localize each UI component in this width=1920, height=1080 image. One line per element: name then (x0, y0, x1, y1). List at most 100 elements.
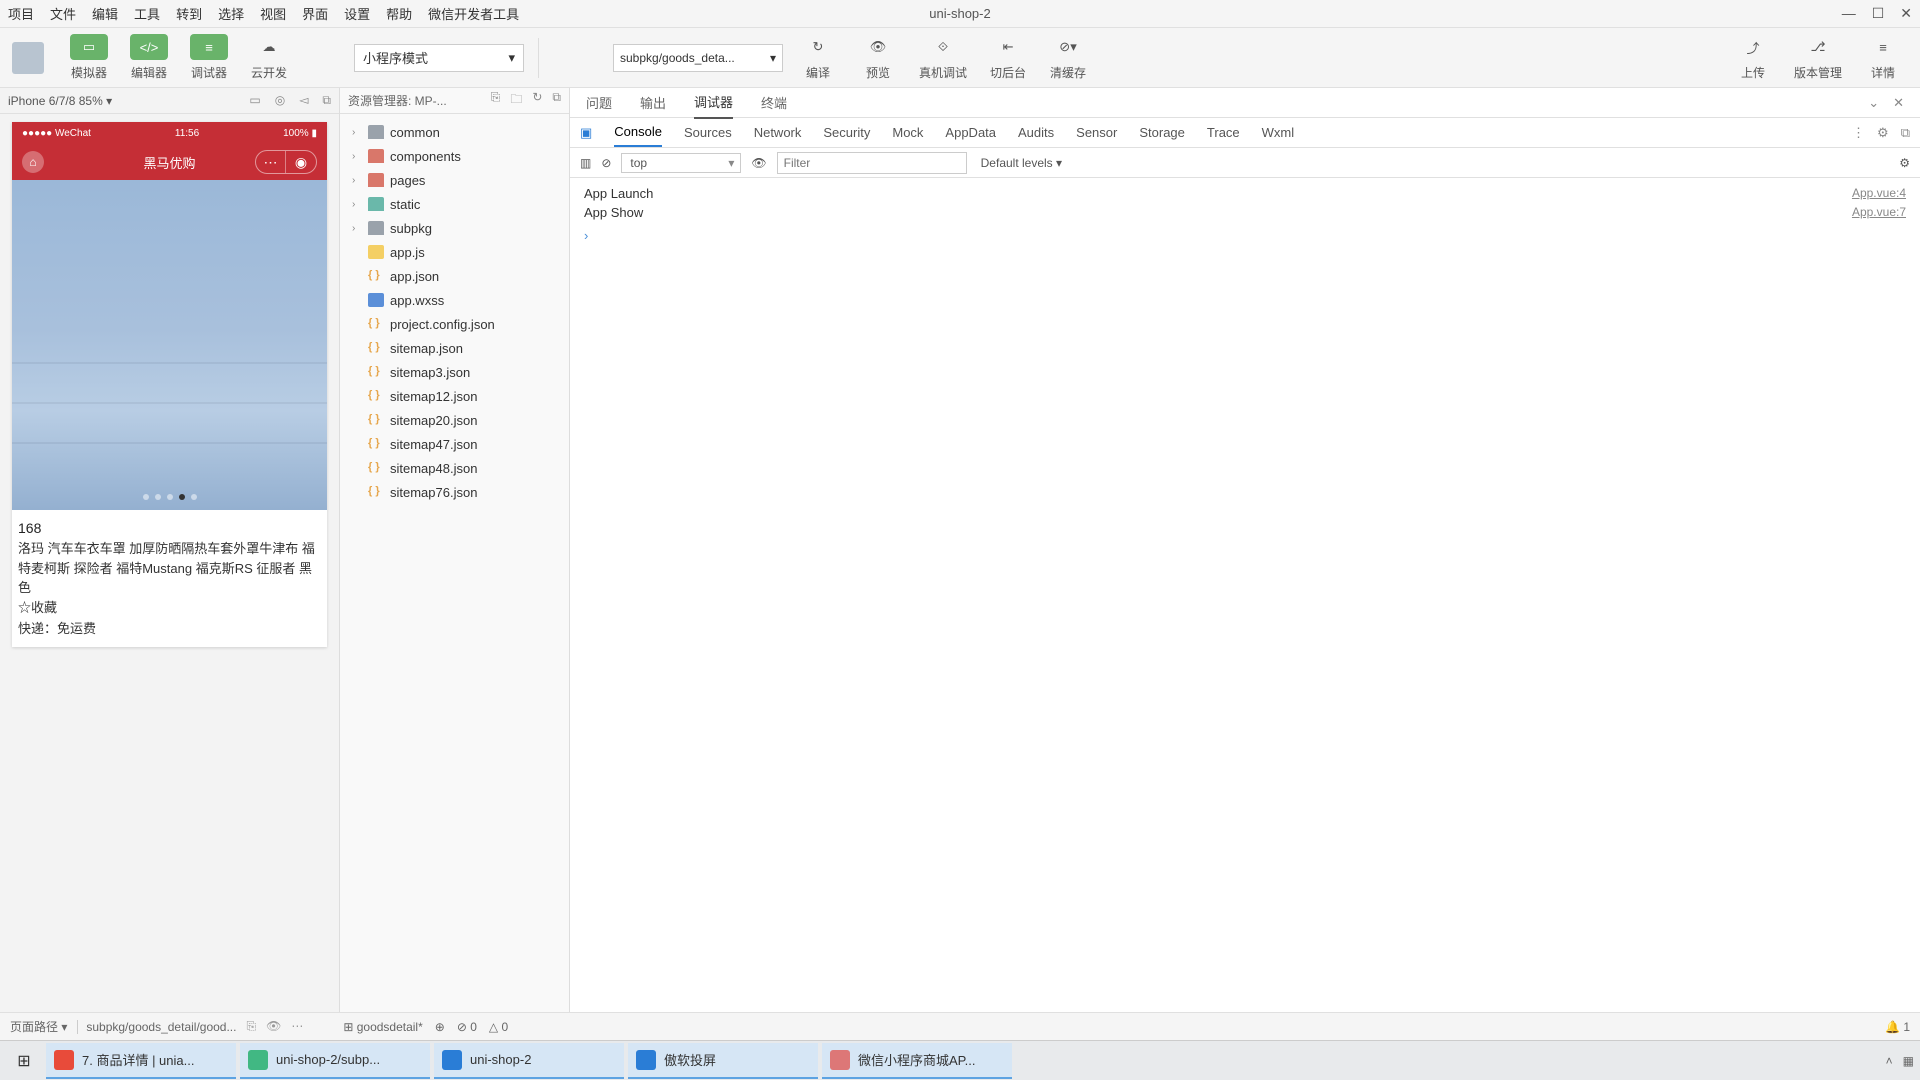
menu-item[interactable]: 转到 (176, 4, 202, 23)
refresh-icon[interactable]: ↻ (532, 90, 542, 111)
taskbar-item[interactable]: 7. 商品详情 | unia... (46, 1043, 236, 1079)
devtools-subtab[interactable]: Sources (684, 119, 732, 146)
folder-item[interactable]: ›pages (342, 168, 567, 192)
devtools-subtab[interactable]: Audits (1018, 119, 1054, 146)
devtools-subtab[interactable]: Trace (1207, 119, 1240, 146)
file-item[interactable]: { }sitemap.json (342, 336, 567, 360)
stop-icon[interactable]: ◎ (275, 93, 285, 108)
sidebar-toggle-icon[interactable]: ▥ (580, 156, 591, 170)
target-icon[interactable]: ⊕ (435, 1020, 445, 1034)
remote-debug-button[interactable]: ⟐真机调试 (913, 34, 973, 81)
file-item[interactable]: app.js (342, 240, 567, 264)
editor-button[interactable]: </>编辑器 (124, 34, 174, 81)
rotate-icon[interactable]: ▭ (249, 93, 260, 108)
file-item[interactable]: { }project.config.json (342, 312, 567, 336)
file-item[interactable]: { }sitemap3.json (342, 360, 567, 384)
tray-app-icon[interactable]: ▦ (1903, 1054, 1914, 1068)
devtools-tab[interactable]: 输出 (640, 87, 666, 118)
detail-button[interactable]: ≡详情 (1858, 34, 1908, 81)
menu-item[interactable]: 设置 (344, 4, 370, 23)
mute-icon[interactable]: ◅ (299, 93, 308, 108)
console-prompt[interactable]: › (584, 228, 1906, 243)
folder-item[interactable]: ›common (342, 120, 567, 144)
menu-item[interactable]: 项目 (8, 4, 34, 23)
warning-count[interactable]: △ 0 (489, 1020, 508, 1034)
page-path-label[interactable]: 页面路径 ▾ (10, 1018, 67, 1035)
taskbar-item[interactable]: uni-shop-2 (434, 1043, 624, 1079)
devtools-subtab[interactable]: Sensor (1076, 119, 1117, 146)
file-item[interactable]: { }sitemap76.json (342, 480, 567, 504)
detach-icon[interactable]: ⧉ (322, 93, 331, 108)
file-item[interactable]: { }sitemap12.json (342, 384, 567, 408)
home-icon[interactable]: ⌂ (22, 151, 44, 173)
file-item[interactable]: { }sitemap48.json (342, 456, 567, 480)
devtools-subtab[interactable]: AppData (945, 119, 996, 146)
more-icon[interactable]: ⋮ (1852, 125, 1865, 141)
eye-icon[interactable]: 👁 (266, 1019, 281, 1034)
devtools-tab[interactable]: 问题 (586, 87, 612, 118)
error-count[interactable]: ⊘ 0 (457, 1020, 477, 1034)
clear-console-icon[interactable]: ⊘ (601, 156, 611, 170)
settings-icon[interactable]: ⚙ (1877, 125, 1889, 141)
file-item[interactable]: { }sitemap20.json (342, 408, 567, 432)
menu-item[interactable]: 视图 (260, 4, 286, 23)
devtools-subtab[interactable]: Wxml (1262, 119, 1295, 146)
component-label[interactable]: ⊞ goodsdetail* (343, 1020, 422, 1034)
collapse-icon[interactable]: ⧉ (552, 90, 561, 111)
cloud-button[interactable]: ☁云开发 (244, 34, 294, 81)
preview-button[interactable]: 👁预览 (853, 34, 903, 81)
devtools-subtab[interactable]: Storage (1139, 119, 1185, 146)
taskbar-item[interactable]: uni-shop-2/subp... (240, 1043, 430, 1079)
dock-icon[interactable]: ⧉ (1901, 125, 1910, 141)
menu-item[interactable]: 界面 (302, 4, 328, 23)
close-icon[interactable]: ✕ (1900, 5, 1912, 22)
devtools-subtab[interactable]: Mock (892, 119, 923, 146)
more-icon[interactable]: ⋯ (291, 1019, 303, 1034)
menu-item[interactable]: 编辑 (92, 4, 118, 23)
menu-icon[interactable]: ⋯ (256, 151, 286, 173)
compile-button[interactable]: ↻编译 (793, 34, 843, 81)
new-file-icon[interactable]: ⎘ (491, 90, 501, 111)
simulator-button[interactable]: ▭模拟器 (64, 34, 114, 81)
copy-icon[interactable]: ⎘ (246, 1019, 256, 1034)
folder-item[interactable]: ›subpkg (342, 216, 567, 240)
start-button[interactable]: ⊞ (6, 1045, 42, 1077)
menu-item[interactable]: 帮助 (386, 4, 412, 23)
context-dropdown[interactable]: top (621, 153, 741, 173)
background-button[interactable]: ⇤切后台 (983, 34, 1033, 81)
clear-cache-button[interactable]: ⊘▾清缓存 (1043, 34, 1093, 81)
debugger-button[interactable]: ≡调试器 (184, 34, 234, 81)
folder-item[interactable]: ›static (342, 192, 567, 216)
version-button[interactable]: ⎇版本管理 (1788, 34, 1848, 81)
mode-dropdown[interactable]: 小程序模式▾ (354, 44, 524, 72)
devtools-subtab[interactable]: Security (823, 119, 870, 146)
chevron-down-icon[interactable]: ⌄ (1868, 95, 1879, 111)
devtools-subtab[interactable]: Console (614, 118, 662, 147)
menu-item[interactable]: 选择 (218, 4, 244, 23)
devtools-subtab[interactable]: Network (754, 119, 802, 146)
notification-icon[interactable]: 🔔 1 (1885, 1020, 1910, 1034)
product-image[interactable] (12, 180, 327, 510)
favorite-button[interactable]: ☆收藏 (18, 598, 321, 618)
menu-item[interactable]: 微信开发者工具 (428, 4, 519, 23)
levels-dropdown[interactable]: Default levels ▾ (977, 154, 1066, 172)
folder-item[interactable]: ›components (342, 144, 567, 168)
eye-icon[interactable]: 👁 (751, 156, 766, 170)
taskbar-item[interactable]: 傲软投屏 (628, 1043, 818, 1079)
file-item[interactable]: app.wxss (342, 288, 567, 312)
file-item[interactable]: { }app.json (342, 264, 567, 288)
compile-condition-dropdown[interactable]: subpkg/goods_deta...▾ (613, 44, 783, 72)
file-item[interactable]: { }sitemap47.json (342, 432, 567, 456)
menu-item[interactable]: 文件 (50, 4, 76, 23)
tray-chevron-icon[interactable]: ˄ (1886, 1054, 1893, 1068)
console-settings-icon[interactable]: ⚙ (1899, 156, 1910, 170)
upload-button[interactable]: ⤴上传 (1728, 34, 1778, 81)
filter-input[interactable] (777, 152, 967, 174)
minimize-icon[interactable]: — (1842, 5, 1856, 22)
devtools-tab[interactable]: 调试器 (694, 86, 733, 119)
devtools-tab[interactable]: 终端 (761, 87, 787, 118)
inspect-icon[interactable]: ▣ (580, 125, 592, 141)
new-folder-icon[interactable]: 🗀 (510, 90, 522, 111)
close-panel-icon[interactable]: ✕ (1893, 95, 1904, 111)
maximize-icon[interactable]: ☐ (1872, 5, 1885, 22)
